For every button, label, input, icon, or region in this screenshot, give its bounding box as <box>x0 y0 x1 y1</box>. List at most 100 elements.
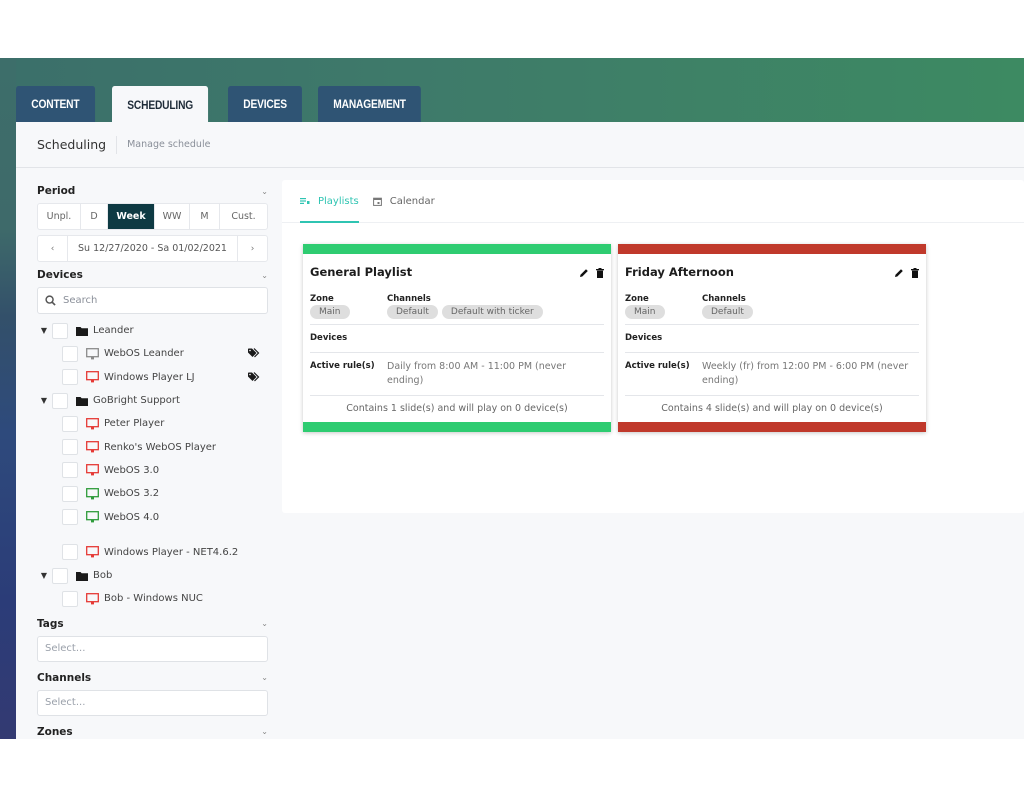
channels-label: Channels <box>387 294 431 304</box>
period-option-day[interactable]: D <box>81 204 108 229</box>
tags-icon[interactable] <box>248 371 260 382</box>
device-checkbox[interactable] <box>62 369 78 386</box>
tree-device[interactable]: WebOS Leander <box>37 342 268 365</box>
active-rules-row: Active rule(s) Weekly (fr) from 12:00 PM… <box>625 353 919 396</box>
active-rules-label: Active rule(s) <box>310 361 375 371</box>
nav-tab-devices[interactable]: DEVICES <box>227 86 303 122</box>
period-section-header[interactable]: Period ⌄ <box>37 182 268 200</box>
period-option-month[interactable]: M <box>190 204 220 229</box>
playlist-color-bar <box>303 422 611 432</box>
tab-calendar[interactable]: Calendar <box>372 180 435 222</box>
tree-group-leander[interactable]: ▼ Leander <box>37 319 268 342</box>
device-label: Renko's WebOS Player <box>104 441 216 453</box>
tree-group-bob[interactable]: ▼ Bob <box>37 564 268 587</box>
playlist-icon <box>300 197 310 205</box>
tags-select[interactable]: Select... <box>37 635 268 662</box>
tree-group-gobright-support[interactable]: ▼ GoBright Support <box>37 389 268 412</box>
caret-down-icon[interactable]: ▼ <box>37 571 51 580</box>
background-strip <box>0 58 16 739</box>
device-checkbox[interactable] <box>62 544 78 561</box>
chevron-down-icon[interactable]: ⌄ <box>261 727 268 736</box>
search-icon <box>45 291 56 310</box>
group-checkbox[interactable] <box>52 392 68 409</box>
tree-device[interactable]: Windows Player LJ <box>37 366 268 389</box>
device-checkbox[interactable] <box>62 509 78 526</box>
devices-section-header[interactable]: Devices ⌄ <box>37 266 268 284</box>
nav-tab-management[interactable]: MANAGEMENT <box>318 86 422 122</box>
tree-device[interactable]: Windows Player - NET4.6.2 <box>37 541 268 564</box>
playlist-color-bar <box>618 422 926 432</box>
device-checkbox[interactable] <box>62 485 78 502</box>
period-option-custom[interactable]: Cust. <box>220 204 267 229</box>
chevron-down-icon[interactable]: ⌄ <box>261 271 268 280</box>
edit-icon[interactable] <box>894 263 904 282</box>
chevron-down-icon[interactable]: ⌄ <box>261 619 268 628</box>
period-option-week[interactable]: Week <box>108 204 155 229</box>
monitor-icon <box>86 592 99 605</box>
tree-device[interactable]: WebOS 4.0 <box>37 505 268 528</box>
next-period-button[interactable]: › <box>237 236 267 261</box>
device-checkbox[interactable] <box>62 439 78 456</box>
playlist-card[interactable]: General Playlist Zone Main Channels Defa… <box>303 244 611 432</box>
tree-device[interactable]: Renko's WebOS Player <box>37 435 268 458</box>
tree-device[interactable]: Peter Player <box>37 412 268 435</box>
device-search[interactable] <box>37 287 268 314</box>
tree-device[interactable]: WebOS 3.0 <box>37 459 268 482</box>
zone-channels: Zone Main Channels Default Default with … <box>310 288 604 325</box>
nav-tab-content[interactable]: CONTENT <box>16 86 95 122</box>
previous-period-button[interactable]: ‹ <box>38 236 68 261</box>
delete-icon[interactable] <box>911 263 919 282</box>
devices-row: Devices <box>625 325 919 353</box>
nav-tab-scheduling[interactable]: SCHEDULING <box>111 86 208 123</box>
caret-down-icon[interactable]: ▼ <box>37 326 51 335</box>
period-option-unplanned[interactable]: Unpl. <box>38 204 81 229</box>
date-range-value[interactable]: Su 12/27/2020 - Sa 01/02/2021 <box>68 236 237 261</box>
active-rules-label: Active rule(s) <box>625 361 690 371</box>
tree-device[interactable]: Bob - Windows NUC <box>37 587 268 610</box>
device-search-input[interactable] <box>63 295 243 306</box>
period-option-workweek[interactable]: WW <box>155 204 190 229</box>
zone-label: Zone <box>310 294 334 304</box>
device-label: WebOS 3.0 <box>104 464 160 476</box>
playlist-color-bar <box>303 244 611 254</box>
device-checkbox[interactable] <box>62 345 78 362</box>
chevron-down-icon[interactable]: ⌄ <box>261 187 268 196</box>
tags-icon[interactable] <box>248 348 260 358</box>
channels-section-header[interactable]: Channels ⌄ <box>37 669 268 687</box>
tab-label: Calendar <box>389 195 435 207</box>
tree-device[interactable]: WebOS 3.2 <box>37 482 268 505</box>
page-subtitle: Manage schedule <box>127 139 211 150</box>
delete-icon[interactable] <box>596 263 604 282</box>
content-tabs: Playlists Calendar <box>282 180 1024 223</box>
app-background: CONTENT SCHEDULING DEVICES MANAGEMENT Sc… <box>0 58 1024 739</box>
group-checkbox[interactable] <box>52 567 68 584</box>
period-selector: Unpl. D Week WW M Cust. <box>37 203 268 230</box>
group-checkbox[interactable] <box>52 322 68 339</box>
monitor-icon <box>86 487 99 500</box>
device-checkbox[interactable] <box>62 590 78 607</box>
caret-down-icon[interactable]: ▼ <box>37 396 51 405</box>
playlist-card[interactable]: Friday Afternoon Zone Main Channels Defa… <box>618 244 926 432</box>
edit-icon[interactable] <box>579 263 589 282</box>
tab-playlists[interactable]: Playlists <box>300 180 359 223</box>
page-header: Scheduling Manage schedule <box>16 122 1024 168</box>
channels-select[interactable]: Select... <box>37 689 268 716</box>
tags-label: Tags <box>37 617 64 630</box>
channel-chip: Default <box>702 305 753 319</box>
date-range-picker: ‹ Su 12/27/2020 - Sa 01/02/2021 › <box>37 235 268 262</box>
tags-section-header[interactable]: Tags ⌄ <box>37 615 268 633</box>
chevron-down-icon[interactable]: ⌄ <box>261 673 268 682</box>
device-label: WebOS Leander <box>104 348 184 360</box>
zone-chip: Main <box>310 305 350 319</box>
channel-chip: Default with ticker <box>441 305 543 319</box>
zones-section-header[interactable]: Zones ⌄ <box>37 723 268 739</box>
playlist-cards: General Playlist Zone Main Channels Defa… <box>303 244 926 432</box>
group-label: Leander <box>93 325 134 337</box>
device-label: Bob - Windows NUC <box>104 593 203 605</box>
zone-label: Zone <box>625 294 649 304</box>
device-checkbox[interactable] <box>62 462 78 479</box>
device-checkbox[interactable] <box>62 415 78 432</box>
channel-chip: Default <box>387 305 438 319</box>
monitor-icon <box>86 464 99 476</box>
calendar-icon <box>372 197 382 206</box>
